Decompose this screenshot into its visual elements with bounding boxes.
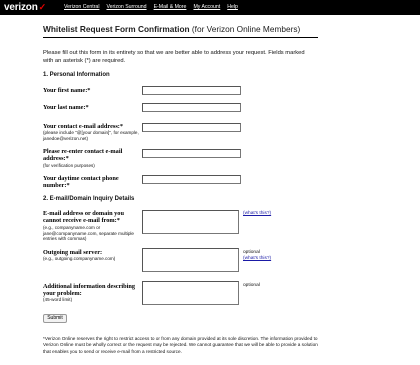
phone-label: Your daytime contact phone number:* (43, 175, 119, 189)
section-inquiry-heading: 2. E-mail/Domain Inquiry Details (43, 196, 135, 202)
blocked-address-note: (e.g., companyname.com or jane@companyna… (43, 225, 134, 242)
page-title: Whitelist Request Form Confirmation (for… (43, 24, 318, 35)
phone-field[interactable] (142, 175, 241, 184)
nav-link-verizon-surround[interactable]: Verizon Surround (106, 3, 146, 12)
blocked-help: (what's this?) (243, 211, 271, 217)
first-name-label: Your first name:* (43, 87, 91, 94)
section-personal-info-heading: 1. Personal Information (43, 72, 110, 78)
disclaimer-text: *Verizon Online reserves the right to re… (43, 336, 318, 354)
problem-field[interactable] (142, 281, 239, 305)
nav-link-email-more[interactable]: E-Mail & More (154, 3, 187, 12)
reenter-email-label: Please re-enter contact e-mail address:* (43, 148, 123, 162)
top-nav-bar: verizon✓ Verizon Central Verizon Surroun… (0, 0, 420, 15)
reenter-email-field[interactable] (142, 149, 241, 158)
mail-server-note: (e.g., outgoing.companyname.com) (43, 256, 116, 261)
checkmark-icon: ✓ (38, 2, 47, 12)
blocked-address-label: E-mail address or domain you cannot rece… (43, 210, 124, 224)
first-name-field[interactable] (142, 86, 241, 95)
nav-link-verizon-central[interactable]: Verizon Central (64, 3, 99, 12)
nav-link-my-account[interactable]: My Account (193, 3, 220, 12)
mail-server-help-link[interactable]: (what's this?) (243, 256, 271, 261)
logo-text: verizon (4, 2, 38, 13)
last-name-field[interactable] (142, 103, 241, 112)
problem-optional: optional (243, 283, 260, 288)
mail-server-label: Outgoing mail server: (43, 249, 103, 256)
blocked-help-link[interactable]: (what's this?) (243, 211, 271, 216)
problem-note: (45-word limit) (43, 297, 73, 302)
page-header: Whitelist Request Form Confirmation (for… (43, 24, 318, 38)
contact-email-note: (please include "@[your domain]", for ex… (43, 130, 139, 141)
reenter-email-note: (for verification purposes) (43, 163, 95, 168)
page-title-main: Whitelist Request Form Confirmation (43, 24, 190, 34)
mail-server-side: optional (what's this?) (243, 250, 271, 262)
blocked-address-field[interactable] (142, 210, 239, 234)
last-name-label: Your last name:* (43, 104, 89, 111)
problem-label: Additional information describing your p… (43, 283, 136, 297)
contact-email-label: Your contact e-mail address:* (43, 123, 124, 130)
contact-email-field[interactable] (142, 123, 241, 132)
mail-server-field[interactable] (142, 248, 239, 272)
intro-text: Please fill out this form in its entiret… (43, 50, 305, 64)
submit-button[interactable]: Submit (43, 314, 67, 323)
title-divider (43, 37, 318, 38)
page-title-sub: (for Verizon Online Members) (191, 24, 301, 34)
nav-links: Verizon Central Verizon Surround E-Mail … (64, 3, 238, 12)
verizon-logo[interactable]: verizon✓ (4, 2, 46, 13)
nav-link-help[interactable]: Help (227, 3, 238, 12)
